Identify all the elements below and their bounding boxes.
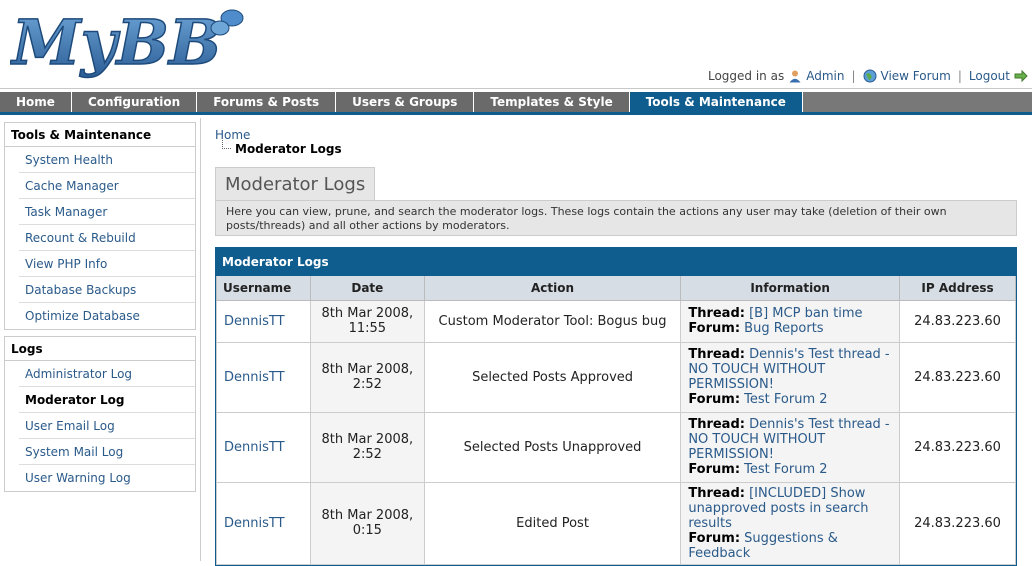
admin-link[interactable]: Admin [806,69,844,83]
main-content: Home Moderator Logs Moderator Logs Here … [202,118,1032,566]
row-forum-link[interactable]: Test Forum 2 [744,462,827,477]
row-information: Thread: [B] MCP ban time Forum: Bug Repo… [680,299,900,343]
row-thread-link[interactable]: [B] MCP ban time [749,306,862,321]
row-information: Thread: Dennis's Test thread - NO TOUCH … [680,341,900,413]
row-date: 8th Mar 2008, 11:55 [309,299,425,343]
sidebar-item-user-warning-log[interactable]: User Warning Log [19,465,195,491]
table-row: DennisTT 8th Mar 2008, 0:15 Edited Post … [216,481,1016,565]
row-forum-link[interactable]: Bug Reports [744,321,823,336]
col-username: Username [216,276,311,301]
sidebar-item-recount-rebuild[interactable]: Recount & Rebuild [19,225,195,251]
row-date: 8th Mar 2008, 2:52 [309,411,425,483]
thread-label: Thread: [688,417,745,432]
row-ip: 24.83.223.60 [899,411,1016,483]
col-date: Date [309,276,425,301]
main-nav: Home Configuration Forums & Posts Users … [0,92,1032,115]
sidebar-item-database-backups[interactable]: Database Backups [19,277,195,303]
row-forum-link[interactable]: Test Forum 2 [744,392,827,407]
tab-templates-style[interactable]: Templates & Style [474,92,630,112]
tab-tools-maintenance[interactable]: Tools & Maintenance [629,92,803,112]
sidebar-item-system-mail-log[interactable]: System Mail Log [19,439,195,465]
moderator-logs-table: Moderator Logs Username Date Action Info… [215,247,1017,566]
breadcrumb-home[interactable]: Home [215,128,250,142]
header: MyBB Logged in as Admin | View Forum | L… [0,0,1032,91]
row-ip: 24.83.223.60 [899,341,1016,413]
sidebar-tools-box: Tools & Maintenance System Health Cache … [4,122,196,330]
row-information: Thread: Dennis's Test thread - NO TOUCH … [680,411,900,483]
forum-label: Forum: [688,530,741,546]
user-icon [788,69,802,83]
tab-configuration[interactable]: Configuration [71,92,198,112]
thread-label: Thread: [688,485,745,501]
tab-users-groups[interactable]: Users & Groups [336,92,475,112]
view-forum-link[interactable]: View Forum [881,69,951,83]
page-description: Here you can view, prune, and search the… [215,200,1017,236]
table-row: DennisTT 8th Mar 2008, 2:52 Selected Pos… [216,341,1016,413]
table-row: DennisTT 8th Mar 2008, 2:52 Selected Pos… [216,411,1016,483]
forum-label: Forum: [688,392,741,407]
header-divider [0,88,1032,91]
row-information: Thread: [INCLUDED] Show unapproved posts… [680,481,900,565]
logged-in-label: Logged in as [707,69,785,83]
mybb-logo[interactable]: MyBB [10,4,250,80]
sidebar-item-cache-manager[interactable]: Cache Manager [19,173,195,199]
row-date: 8th Mar 2008, 2:52 [309,341,425,413]
tab-forums-posts[interactable]: Forums & Posts [197,92,337,112]
col-ip-address: IP Address [899,276,1016,301]
sidebar-logs-title: Logs [5,337,195,361]
thread-label: Thread: [688,306,745,321]
globe-icon [863,69,877,83]
row-username-link[interactable]: DennisTT [224,440,285,455]
forum-label: Forum: [688,321,741,336]
forum-label: Forum: [688,462,741,477]
row-ip: 24.83.223.60 [899,299,1016,343]
arrow-right-icon [1014,69,1028,83]
logout-link[interactable]: Logout [969,69,1010,83]
table-row: DennisTT 8th Mar 2008, 11:55 Custom Mode… [216,299,1016,343]
row-action: Custom Moderator Tool: Bogus bug [423,299,682,343]
breadcrumb: Home Moderator Logs [215,128,342,156]
sidebar-tools-title: Tools & Maintenance [5,123,195,147]
breadcrumb-tree-line [222,140,231,149]
sidebar-item-system-health[interactable]: System Health [19,147,195,173]
sidebar-item-task-manager[interactable]: Task Manager [19,199,195,225]
row-action: Selected Posts Unapproved [423,411,682,483]
logo-text: MyBB [10,6,221,79]
breadcrumb-current: Moderator Logs [235,142,342,156]
col-action: Action [423,276,682,301]
row-action: Edited Post [423,481,682,565]
row-username-link[interactable]: DennisTT [224,314,285,329]
thread-label: Thread: [688,347,745,362]
row-username-link[interactable]: DennisTT [224,370,285,385]
user-status: Logged in as Admin | View Forum | Logout [708,69,1028,83]
row-date: 8th Mar 2008, 0:15 [309,481,425,565]
sidebar-logs-box: Logs Administrator Log Moderator Log Use… [4,336,196,492]
sidebar-item-user-email-log[interactable]: User Email Log [19,413,195,439]
table-header-row: Username Date Action Information IP Addr… [216,276,1016,301]
row-ip: 24.83.223.60 [899,481,1016,565]
sidebar-item-moderator-log[interactable]: Moderator Log [19,387,195,413]
row-username-link[interactable]: DennisTT [224,516,285,531]
row-action: Selected Posts Approved [423,341,682,413]
page-title: Moderator Logs [215,167,376,200]
sidebar: Tools & Maintenance System Health Cache … [0,118,201,561]
sidebar-item-view-php-info[interactable]: View PHP Info [19,251,195,277]
sidebar-item-optimize-database[interactable]: Optimize Database [19,303,195,329]
col-information: Information [680,276,900,301]
sidebar-item-administrator-log[interactable]: Administrator Log [19,361,195,387]
table-title: Moderator Logs [216,248,1016,276]
tab-home[interactable]: Home [0,92,72,112]
